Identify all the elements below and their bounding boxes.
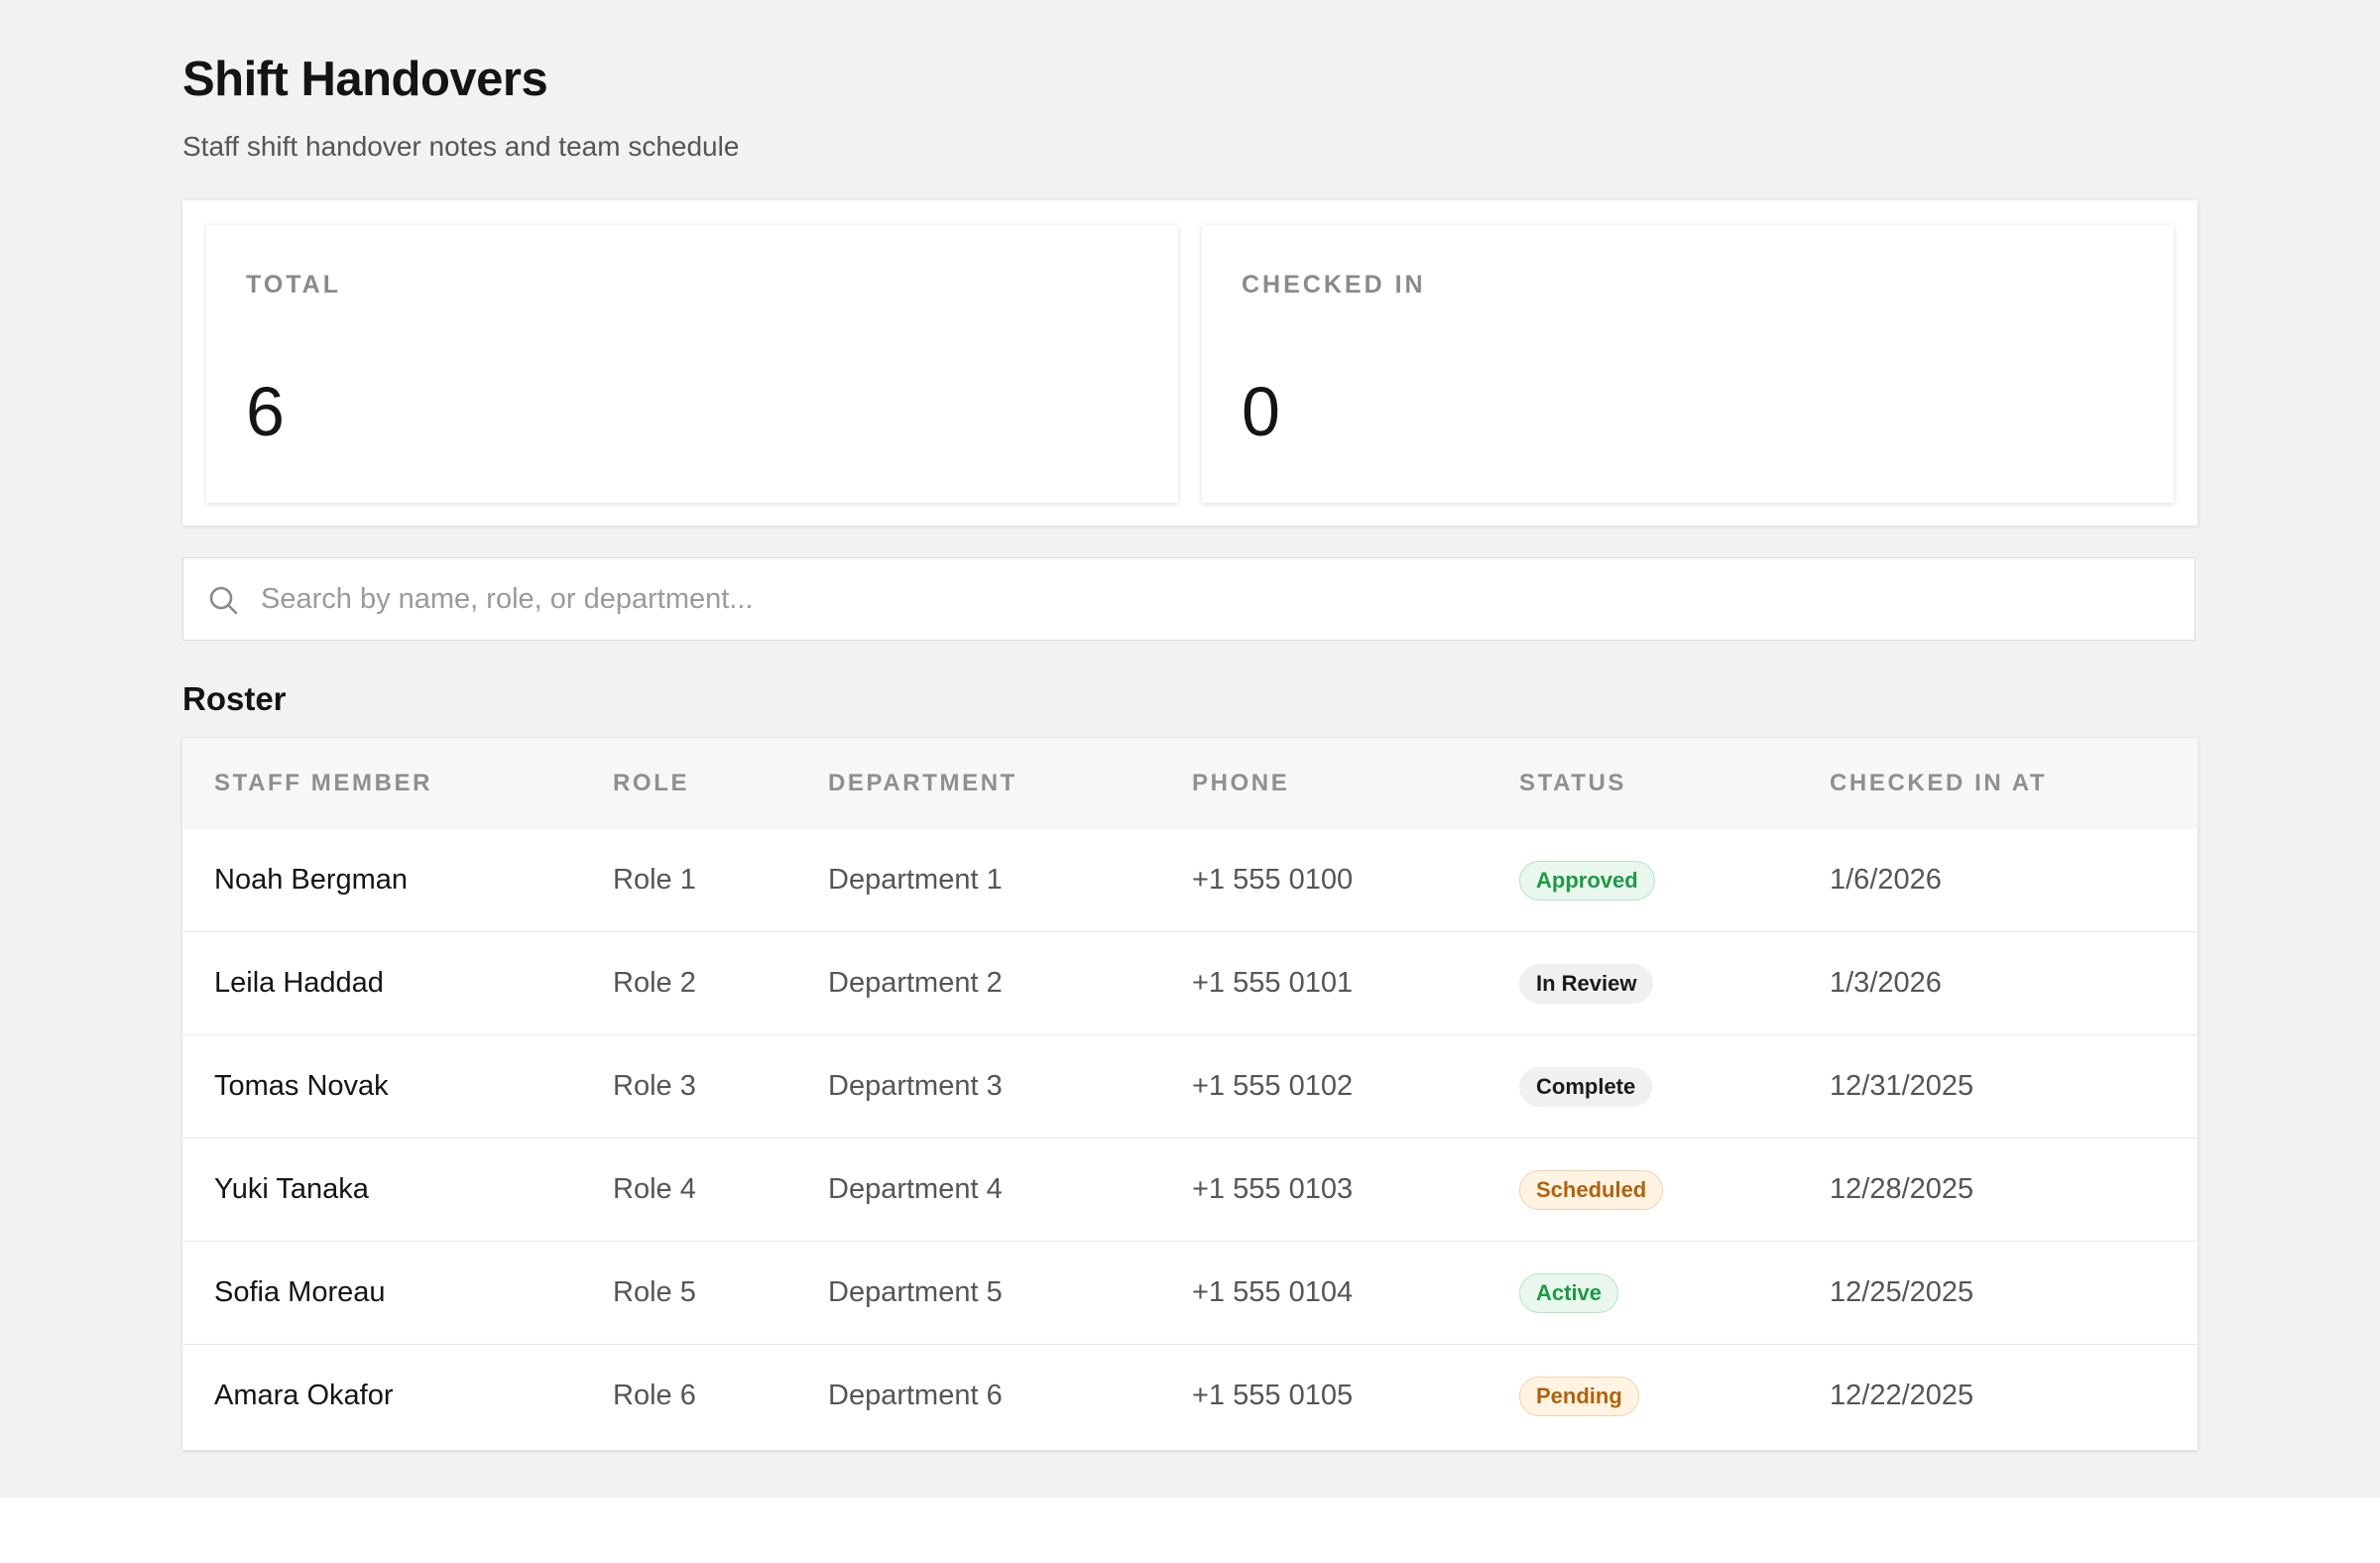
status-badge: Complete [1519, 1067, 1653, 1107]
search-bar[interactable] [182, 557, 2196, 641]
staff-name: Yuki Tanaka [214, 1173, 369, 1205]
column-header-phone: PHONE [1192, 770, 1290, 796]
staff-department: Department 3 [828, 1070, 1003, 1102]
staff-name: Tomas Novak [214, 1070, 389, 1102]
roster-table: STAFF MEMBER ROLE DEPARTMENT PHONE STATU… [182, 738, 2198, 1450]
table-row[interactable]: Leila Haddad Role 2 Department 2 +1 555 … [182, 932, 2198, 1035]
checked-in-at: 12/28/2025 [1830, 1173, 1974, 1205]
stats-panel: TOTAL 6 CHECKED IN 0 [182, 200, 2198, 526]
column-header-department: DEPARTMENT [828, 770, 1017, 796]
status-badge: Scheduled [1519, 1170, 1664, 1210]
staff-department: Department 6 [828, 1380, 1003, 1411]
table-row[interactable]: Tomas Novak Role 3 Department 3 +1 555 0… [182, 1035, 2198, 1139]
staff-name: Sofia Moreau [214, 1276, 386, 1308]
staff-department: Department 4 [828, 1173, 1003, 1205]
column-header-role: ROLE [613, 770, 690, 796]
staff-name: Noah Bergman [214, 864, 409, 896]
stat-label: CHECKED IN [1242, 271, 1426, 299]
staff-department: Department 5 [828, 1276, 1003, 1308]
page-subtitle: Staff shift handover notes and team sche… [182, 131, 740, 162]
stat-card-total: TOTAL 6 [206, 225, 1178, 503]
staff-department: Department 2 [828, 967, 1003, 999]
staff-name: Amara Okafor [214, 1380, 394, 1411]
checked-in-at: 12/22/2025 [1830, 1380, 1974, 1411]
roster-title: Roster [182, 680, 287, 717]
staff-department: Department 1 [828, 864, 1003, 896]
staff-role: Role 1 [613, 864, 696, 896]
search-input[interactable] [261, 572, 2165, 626]
search-icon [209, 586, 238, 615]
staff-phone: +1 555 0103 [1192, 1173, 1354, 1205]
stat-label: TOTAL [246, 271, 342, 299]
table-row[interactable]: Sofia Moreau Role 5 Department 5 +1 555 … [182, 1242, 2198, 1345]
staff-phone: +1 555 0102 [1192, 1070, 1354, 1102]
checked-in-at: 12/31/2025 [1830, 1070, 1974, 1102]
staff-phone: +1 555 0105 [1192, 1380, 1354, 1411]
staff-role: Role 4 [613, 1173, 696, 1205]
checked-in-at: 1/3/2026 [1830, 967, 1942, 999]
status-badge: Approved [1519, 861, 1655, 901]
table-row[interactable]: Amara Okafor Role 6 Department 6 +1 555 … [182, 1345, 2198, 1448]
stat-value: 6 [246, 373, 285, 450]
checked-in-at: 12/25/2025 [1830, 1276, 1974, 1308]
status-badge: Pending [1519, 1377, 1639, 1416]
column-header-status: STATUS [1519, 770, 1627, 796]
column-header-checked-in-at: CHECKED IN AT [1830, 770, 2048, 796]
table-row[interactable]: Yuki Tanaka Role 4 Department 4 +1 555 0… [182, 1139, 2198, 1242]
stat-value: 0 [1242, 373, 1280, 450]
status-badge: Active [1519, 1273, 1619, 1313]
staff-name: Leila Haddad [214, 967, 384, 999]
staff-phone: +1 555 0104 [1192, 1276, 1354, 1308]
column-header-staff-member: STAFF MEMBER [214, 770, 433, 796]
staff-role: Role 5 [613, 1276, 696, 1308]
staff-phone: +1 555 0100 [1192, 864, 1354, 896]
page-title: Shift Handovers [182, 53, 548, 106]
staff-role: Role 3 [613, 1070, 696, 1102]
table-row[interactable]: Noah Bergman Role 1 Department 1 +1 555 … [182, 829, 2198, 932]
stat-card-checked-in: CHECKED IN 0 [1202, 225, 2174, 503]
staff-phone: +1 555 0101 [1192, 967, 1354, 999]
status-badge: In Review [1519, 964, 1654, 1004]
staff-role: Role 2 [613, 967, 696, 999]
table-body: Noah Bergman Role 1 Department 1 +1 555 … [182, 829, 2198, 1448]
staff-role: Role 6 [613, 1380, 696, 1411]
table-header: STAFF MEMBER ROLE DEPARTMENT PHONE STATU… [182, 738, 2198, 829]
checked-in-at: 1/6/2026 [1830, 864, 1942, 896]
